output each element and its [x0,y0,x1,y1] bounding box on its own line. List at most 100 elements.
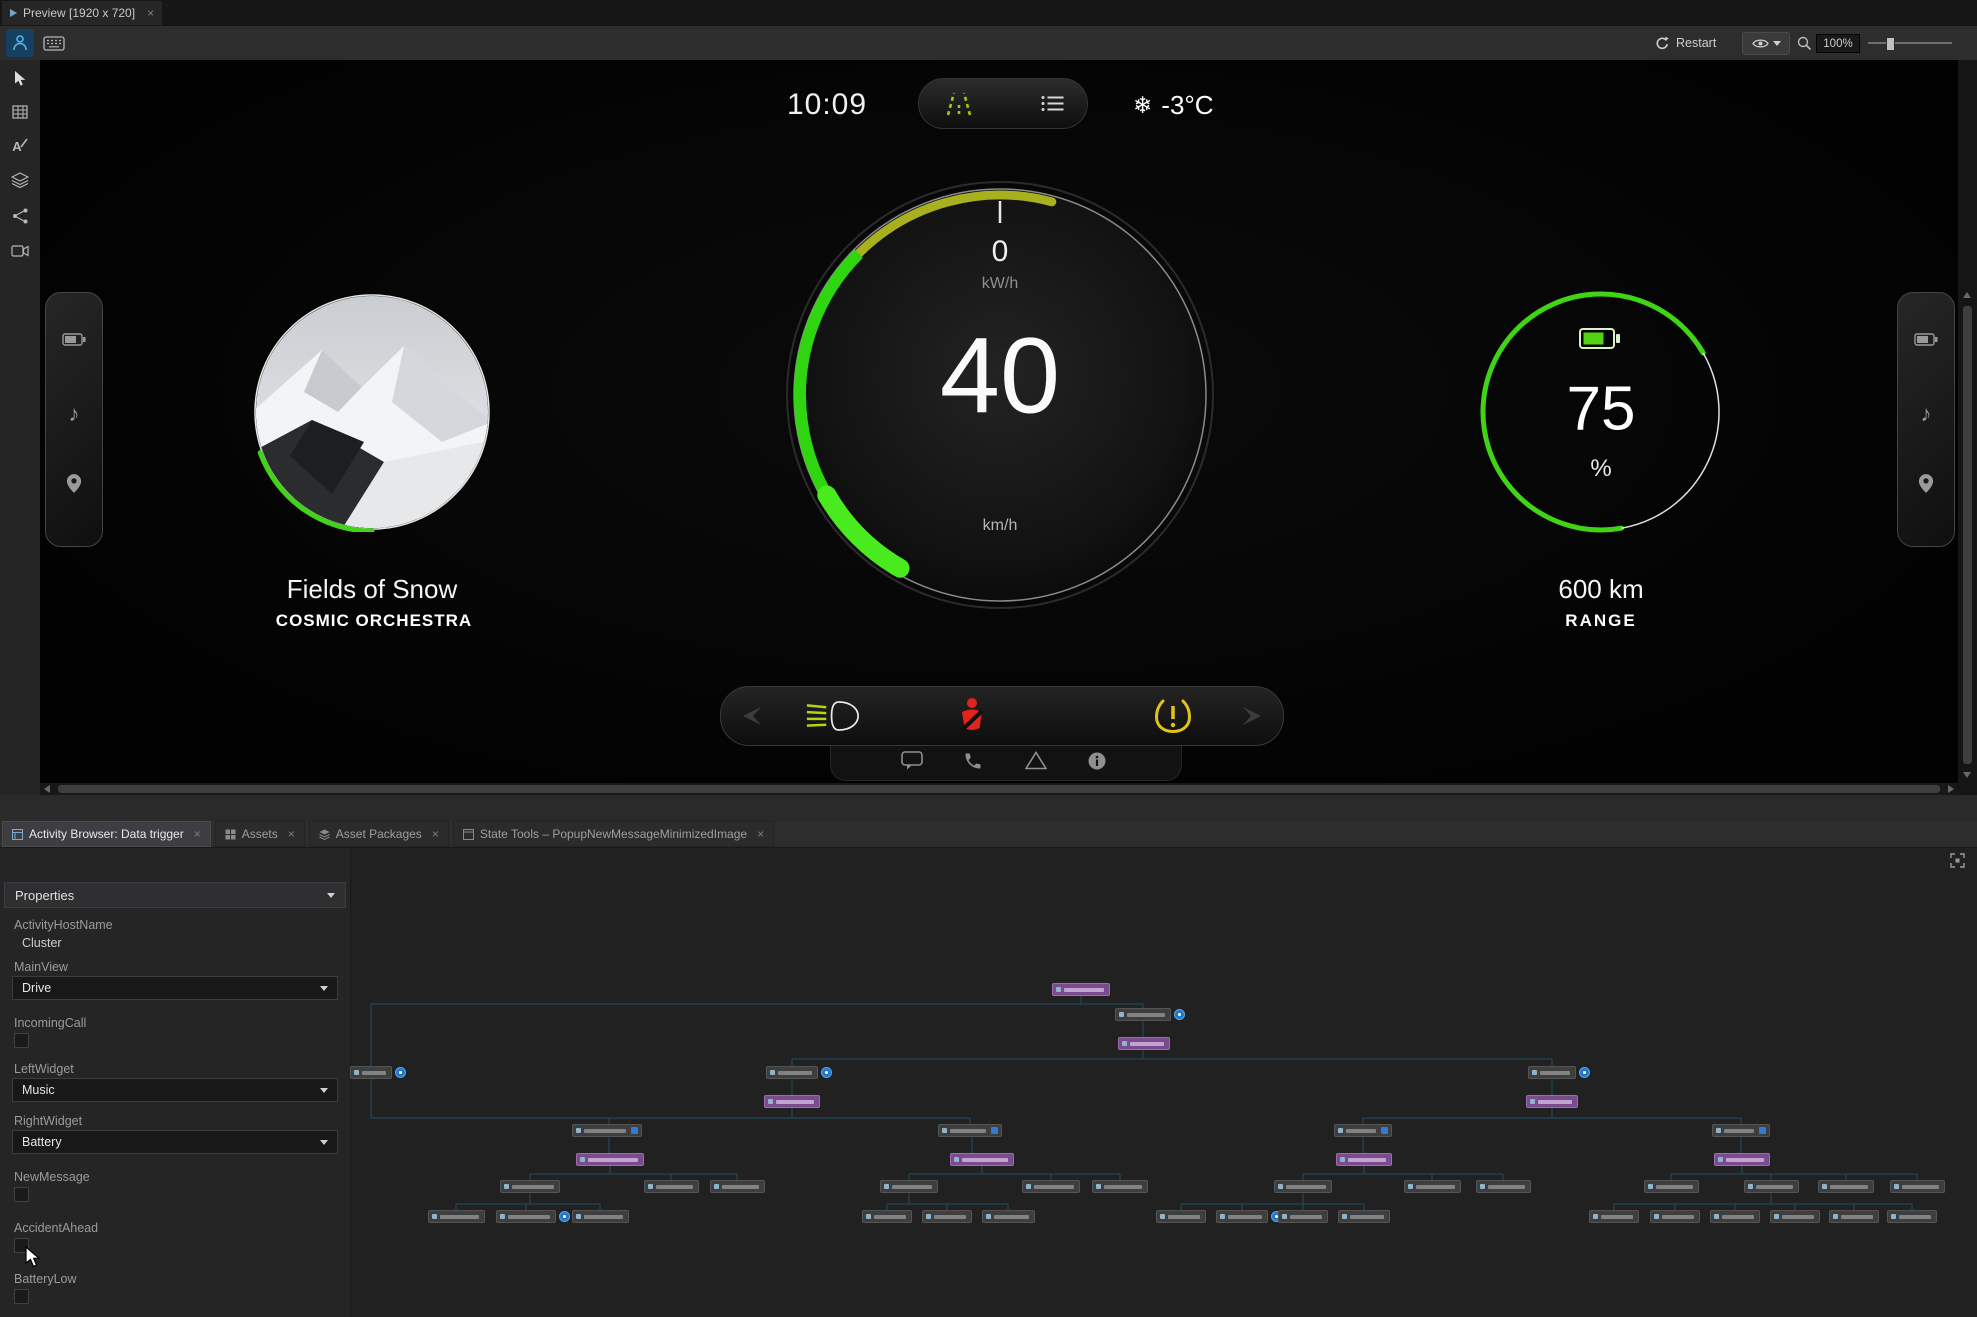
dropdown-value: Drive [22,981,52,995]
close-tab-icon[interactable]: × [432,827,439,841]
carousel-right-arrow[interactable] [1243,707,1265,725]
camera-tool-button[interactable] [10,241,30,261]
visibility-button[interactable] [1742,32,1790,55]
zoom-slider-thumb[interactable] [1886,37,1895,51]
dropdown-value: Battery [22,1135,62,1149]
headlight-indicator-icon [804,698,862,734]
text-edit-tool-button[interactable]: A [10,136,30,156]
preview-tab[interactable]: Preview [1920 x 720] × [2,1,163,25]
tab-asset-packages[interactable]: Asset Packages × [308,821,449,847]
tab-activity-browser[interactable]: Activity Browser: Data trigger × [2,821,211,847]
range-label: RANGE [1565,611,1637,630]
preview-horizontal-scrollbar[interactable] [40,783,1958,795]
location-rail-icon[interactable] [66,473,82,494]
carousel-left-arrow[interactable] [739,707,761,725]
close-tab-icon[interactable]: × [288,827,295,841]
tab-label: Asset Packages [335,827,422,841]
tire-pressure-warning-icon [1154,698,1192,734]
pane-splitter[interactable] [0,795,1977,822]
close-tab-icon[interactable]: × [194,827,201,841]
weather-widget: ❄ -3°C [1133,90,1214,121]
asset-packages-icon [319,829,330,840]
property-label: RightWidget [14,1114,83,1128]
range-value: 600 km [1558,574,1644,604]
newmessage-checkbox[interactable] [14,1187,29,1202]
properties-header[interactable]: Properties [4,882,346,908]
scroll-up-icon[interactable] [1963,292,1971,298]
cursor-arrow-icon [14,70,25,86]
music-widget[interactable] [252,292,492,534]
right-widget-rail[interactable]: ♪ [1897,292,1955,547]
battery-widget[interactable]: 75 % [1476,287,1726,537]
tab-assets[interactable]: Assets × [214,821,305,847]
scroll-left-icon[interactable] [44,785,50,793]
left-widget-rail[interactable]: ♪ [45,292,103,547]
preview-vertical-scrollbar[interactable] [1958,60,1977,795]
node-connection-icon [12,208,27,224]
grid-tool-button[interactable] [10,102,30,122]
grid-icon [12,105,28,119]
scroll-right-icon[interactable] [1948,785,1954,793]
cluster-tab-bar [830,743,1182,781]
keyboard-icon [43,35,65,51]
interaction-tool-button[interactable] [6,29,34,57]
property-label: AccidentAhead [14,1221,99,1235]
tab-label: Activity Browser: Data trigger [29,827,184,841]
song-artist: COSMIC ORCHESTRA [275,611,473,630]
scroll-down-icon[interactable] [1963,772,1971,778]
battery-rail-icon[interactable] [62,333,86,346]
tab-label: State Tools – PopupNewMessageMinimizedIm… [479,827,748,841]
restart-button[interactable]: Restart [1655,31,1716,55]
keyboard-tool-button[interactable] [40,29,68,57]
rightwidget-dropdown[interactable]: Battery [12,1130,338,1154]
music-rail-icon[interactable]: ♪ [69,401,80,427]
location-rail-icon[interactable] [1918,473,1934,494]
battery-percent: 75 [1566,374,1636,444]
preview-tab-label: Preview [1920 x 720] [23,6,136,20]
chevron-down-icon [320,1139,328,1145]
close-tab-icon[interactable]: × [147,6,154,20]
fit-to-view-icon[interactable] [1950,853,1965,871]
warning-tab-icon[interactable] [1024,750,1048,773]
bottom-panel-tab-bar: Activity Browser: Data trigger × Assets … [0,821,1977,848]
tab-state-tools[interactable]: State Tools – PopupNewMessageMinimizedIm… [452,821,775,847]
phone-tab-icon[interactable] [963,751,983,774]
lane-assist-icon [946,92,972,115]
battery-rail-icon[interactable] [1914,333,1938,346]
chevron-down-icon [327,892,335,898]
close-tab-icon[interactable]: × [757,827,764,841]
battery-icon [1579,328,1620,349]
zoom-slider[interactable] [1868,37,1952,51]
tab-label: Assets [241,827,278,841]
connections-tool-button[interactable] [10,206,30,226]
speed-value: 40 [939,314,1061,436]
property-label: NewMessage [14,1170,90,1184]
application-window: Preview [1920 x 720] × Restart 100% A 10… [0,0,1977,1317]
zoom-level-input[interactable] [1816,34,1860,53]
layers-tool-button[interactable] [10,170,30,190]
interaction-tool-icon [13,35,27,51]
camera-icon [11,245,29,257]
album-art [254,294,490,534]
music-rail-icon[interactable]: ♪ [1921,401,1932,427]
select-tool-button[interactable] [10,68,30,88]
property-label: ActivityHostName [14,918,113,932]
restart-label: Restart [1676,36,1717,50]
menu-list-icon [1041,96,1064,111]
activity-host-value: Cluster [22,936,62,950]
message-tab-icon[interactable] [901,751,923,773]
info-tab-icon[interactable] [1087,751,1107,774]
speed-gauge: 0 kW/h 40 km/h [780,175,1220,615]
incomingcall-checkbox[interactable] [14,1033,29,1048]
eye-icon [1751,39,1769,48]
leftwidget-dropdown[interactable]: Music [12,1078,338,1102]
batterylow-checkbox[interactable] [14,1289,29,1304]
activity-browser-panel: Properties ActivityHostName Cluster Main… [0,848,1977,1317]
speed-unit: km/h [982,517,1018,534]
mainview-dropdown[interactable]: Drive [12,976,338,1000]
cluster-mode-toggle[interactable] [918,78,1088,129]
vertical-scroll-thumb[interactable] [1963,306,1972,764]
power-value: 0 [991,235,1009,268]
document-tab-bar: Preview [1920 x 720] × [0,0,1977,27]
horizontal-scroll-thumb[interactable] [58,785,1940,793]
